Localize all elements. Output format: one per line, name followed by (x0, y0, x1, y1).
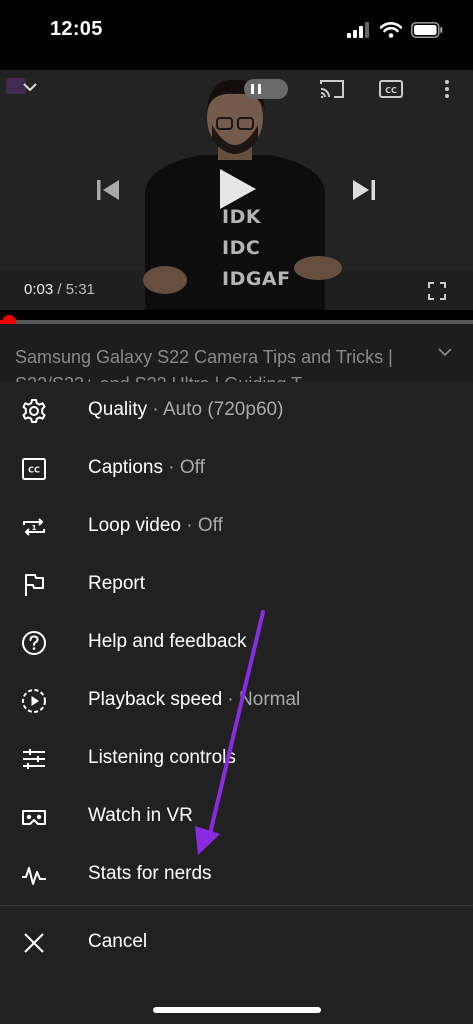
menu-item-watch-in-vr[interactable]: Watch in VR (0, 788, 473, 846)
shirt-text-line: IDC (222, 237, 261, 259)
menu-item-label: Stats for nerds (88, 863, 212, 885)
menu-item-label: Quality · Auto (720p60) (88, 399, 283, 421)
status-bar: 12:05 (0, 0, 473, 70)
menu-item-stats-for-nerds[interactable]: Stats for nerds (0, 846, 473, 904)
fullscreen-icon[interactable] (428, 282, 446, 300)
close-icon (24, 933, 44, 953)
autoplay-toggle[interactable] (244, 79, 288, 99)
menu-separator: · (180, 515, 198, 536)
menu-item-label: Listening controls (88, 747, 236, 769)
previous-video-icon[interactable] (94, 176, 122, 204)
play-icon[interactable] (216, 166, 258, 212)
stats-pulse-icon (22, 867, 46, 885)
menu-item-report[interactable]: Report (0, 556, 473, 614)
cast-icon[interactable] (318, 78, 346, 100)
menu-item-label: Report (88, 573, 145, 595)
video-title-area[interactable]: Samsung Galaxy S22 Camera Tips and Trick… (0, 324, 473, 382)
menu-value: Off (179, 457, 205, 478)
loop-icon: 1 (23, 518, 45, 536)
collapse-chevron-icon[interactable] (10, 76, 40, 98)
expand-description-icon[interactable] (437, 346, 453, 358)
menu-item-label: Playback speed · Normal (88, 689, 300, 711)
menu-item-label: Watch in VR (88, 805, 193, 827)
menu-label: Quality (88, 399, 148, 420)
options-sheet: Quality · Auto (720p60) CC Captions · Of… (0, 382, 473, 1024)
menu-item-label: Help and feedback (88, 631, 246, 653)
menu-item-label: Captions · Off (88, 457, 205, 479)
captions-icon: CC (22, 458, 46, 480)
menu-separator: · (222, 689, 240, 710)
home-indicator[interactable] (153, 1007, 321, 1013)
menu-label: Report (88, 573, 146, 594)
menu-label: Listening controls (88, 747, 236, 768)
cellular-signal-icon (347, 22, 369, 38)
cancel-button[interactable]: Cancel (0, 914, 473, 972)
status-icons (347, 22, 443, 38)
menu-item-playback-speed[interactable]: Playback speed · Normal (0, 672, 473, 730)
battery-icon (411, 22, 443, 38)
sliders-icon (23, 749, 45, 769)
video-title: Samsung Galaxy S22 Camera Tips and Trick… (15, 347, 393, 382)
menu-item-listening-controls[interactable]: Listening controls (0, 730, 473, 788)
captions-cc-icon[interactable]: CC (378, 78, 404, 100)
svg-text:1: 1 (32, 524, 37, 532)
menu-item-quality[interactable]: Quality · Auto (720p60) (0, 382, 473, 440)
vr-headset-icon (22, 810, 46, 825)
menu-value: Auto (720p60) (162, 399, 284, 420)
menu-item-help-feedback[interactable]: Help and feedback (0, 614, 473, 672)
menu-label: Stats for nerds (88, 863, 212, 884)
menu-label: Watch in VR (88, 805, 193, 826)
total-duration: / 5:31 (53, 281, 95, 298)
pause-icon (251, 84, 261, 94)
playback-speed-icon (22, 689, 46, 713)
help-icon (22, 631, 46, 655)
next-video-icon[interactable] (350, 176, 378, 204)
shirt-text-line: IDGAF (222, 268, 291, 290)
status-time: 12:05 (50, 18, 103, 40)
menu-separator: · (163, 457, 180, 478)
menu-divider (0, 905, 473, 906)
flag-icon (25, 574, 44, 596)
menu-item-captions[interactable]: CC Captions · Off (0, 440, 473, 498)
menu-value: Normal (239, 689, 301, 710)
menu-label: Playback speed (88, 689, 223, 710)
menu-label: Help and feedback (88, 631, 247, 652)
svg-text:CC: CC (385, 86, 397, 95)
menu-label: Loop video (88, 515, 181, 536)
playback-time: 0:03 / 5:31 (24, 281, 95, 298)
wifi-icon (380, 22, 402, 38)
current-time: 0:03 (24, 281, 54, 298)
cancel-label: Cancel (88, 931, 148, 952)
gear-icon (22, 399, 46, 423)
menu-value: Off (197, 515, 223, 536)
video-player[interactable]: IDK IDC IDGAF CC 0:03 / 5:31 (0, 70, 473, 310)
menu-label: Captions (88, 457, 163, 478)
more-options-icon[interactable] (440, 78, 454, 100)
menu-item-label: Loop video · Off (88, 515, 223, 537)
menu-item-loop-video[interactable]: 1 Loop video · Off (0, 498, 473, 556)
menu-separator: · (147, 399, 163, 420)
svg-text:CC: CC (28, 466, 40, 475)
